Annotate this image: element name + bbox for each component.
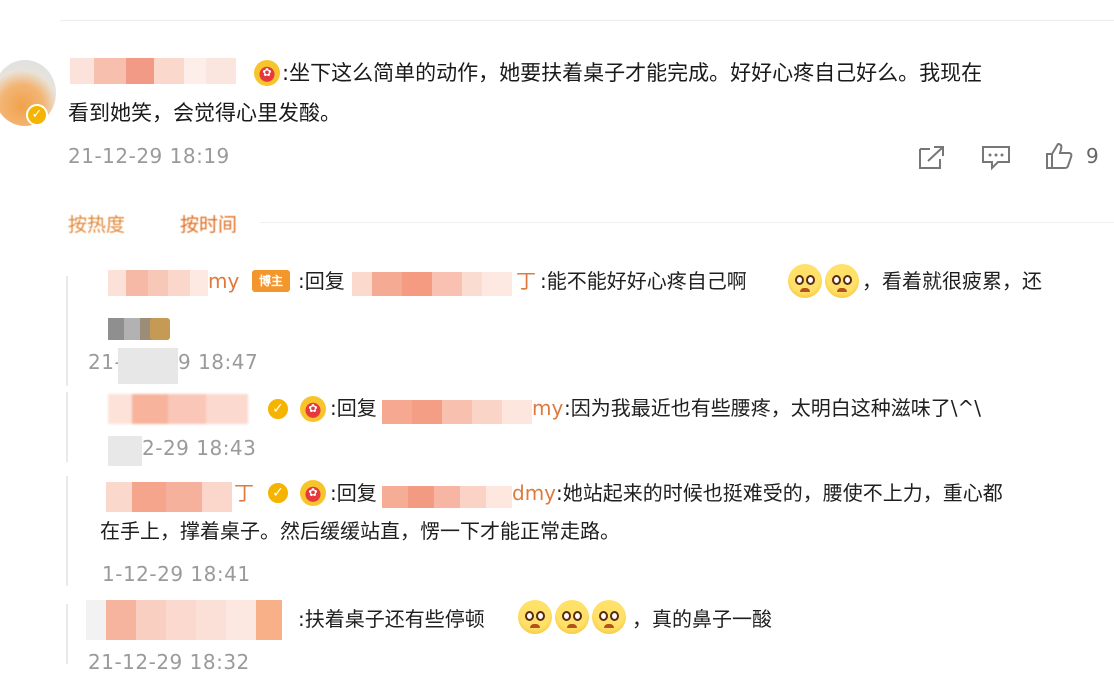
reply-text-after-emoji: ，看着就很疲累，还 <box>862 269 1042 293</box>
sad-emoji-icon <box>592 600 626 634</box>
tabs-divider <box>260 222 1114 223</box>
main-comment-line2: 看到她笑，会觉得心里发酸。 <box>68 101 341 125</box>
reply-thread-line <box>66 604 68 664</box>
reply-time: 1-12-29 18:41 <box>102 562 251 586</box>
tab-sort-hot[interactable]: 按热度 <box>68 210 125 237</box>
share-icon[interactable] <box>916 143 948 171</box>
blurred-time <box>118 348 178 384</box>
reply-text-after-emoji: ，真的鼻子一酸 <box>632 607 772 631</box>
verified-icon: ✓ <box>26 104 48 126</box>
blurred-mention[interactable] <box>352 272 512 296</box>
main-comment-line1: :坐下这么简单的动作，她要扶着桌子才能完成。好好心疼自己好么。我现在 <box>282 61 983 85</box>
reply-text-line1: :能不能好好心疼自己啊 <box>540 269 747 293</box>
reply-mention-tail[interactable]: dmy <box>512 478 556 508</box>
blurred-username[interactable] <box>108 270 208 296</box>
main-comment-time: 21-12-29 18:19 <box>68 144 230 168</box>
crown-icon: ✿ <box>300 480 326 506</box>
reply-username-tail[interactable]: 丁 <box>234 478 254 508</box>
comment-icon[interactable] <box>980 143 1012 171</box>
reply-thread-line <box>66 392 68 462</box>
tired-emoji-icon <box>825 264 859 298</box>
reply-thread-line <box>66 476 68 586</box>
reply-mention-tail[interactable]: 丁 <box>516 266 536 296</box>
blurred-username[interactable] <box>108 394 248 424</box>
host-badge: 博主 <box>252 270 290 292</box>
like-icon[interactable] <box>1044 141 1074 171</box>
blurred-mention[interactable] <box>382 486 512 508</box>
reply-prefix: :回复 <box>330 481 377 505</box>
emoji-group <box>788 264 859 298</box>
blurred-time <box>108 436 142 466</box>
blurred-emoji-block <box>108 318 156 340</box>
reply-time: 2-29 18:43 <box>142 436 257 460</box>
comment-thread-screen: ✓ ✿ :坐下这么简单的动作，她要扶着桌子才能完成。好好心疼自己好么。我现在 看… <box>0 0 1114 696</box>
blurred-username[interactable] <box>86 600 282 640</box>
tab-sort-time[interactable]: 按时间 <box>180 210 237 237</box>
reply-time: 21-12-29 18:32 <box>88 650 250 674</box>
reply-time: 9 18:47 <box>178 350 259 374</box>
emoji-group <box>518 600 626 634</box>
blurred-username[interactable] <box>70 58 250 84</box>
reply-mention-tail[interactable]: my <box>532 393 563 423</box>
verified-icon: ✓ <box>266 481 290 505</box>
emoji-icon <box>150 318 170 340</box>
blurred-mention[interactable] <box>382 400 532 424</box>
reply-text-line1: :扶着桌子还有些停顿 <box>298 607 485 631</box>
blurred-username[interactable] <box>106 482 232 512</box>
reply-text-line1: :因为我最近也有些腰疼，太明白这种滋味了\^\ <box>564 396 981 420</box>
like-count: 9 <box>1086 144 1100 168</box>
reply-prefix: :回复 <box>298 269 345 293</box>
verified-icon: ✓ <box>266 397 290 421</box>
reply-text-line1: :她站起来的时候也挺难受的，腰使不上力，重心都 <box>556 481 1003 505</box>
reply-text-line2: 在手上，撑着桌子。然后缓缓站直，愣一下才能正常走路。 <box>100 519 620 543</box>
sad-emoji-icon <box>555 600 589 634</box>
reply-username-tail[interactable]: my <box>208 266 239 296</box>
reply-thread-line <box>66 276 68 386</box>
tired-emoji-icon <box>788 264 822 298</box>
top-divider <box>60 20 1114 21</box>
sad-emoji-icon <box>518 600 552 634</box>
reply-prefix: :回复 <box>330 396 377 420</box>
crown-icon: ✿ <box>254 60 280 86</box>
crown-icon: ✿ <box>300 396 326 422</box>
